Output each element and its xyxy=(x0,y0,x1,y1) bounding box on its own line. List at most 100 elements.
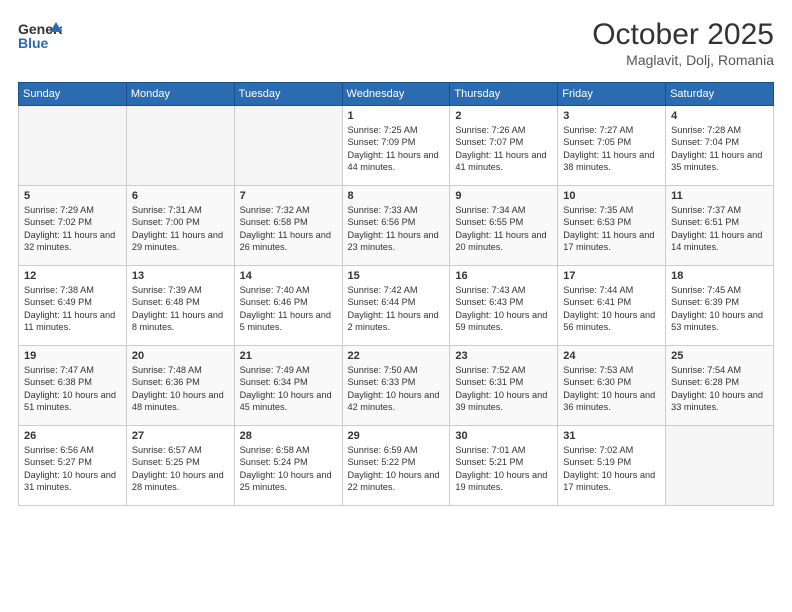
day-number: 4 xyxy=(671,110,768,122)
day-info: Sunrise: 7:33 AMSunset: 6:56 PMDaylight:… xyxy=(348,204,445,254)
day-number: 27 xyxy=(132,430,229,442)
day-number: 11 xyxy=(671,190,768,202)
day-number: 9 xyxy=(455,190,552,202)
day-number: 7 xyxy=(240,190,337,202)
calendar-cell: 1 Sunrise: 7:25 AMSunset: 7:09 PMDaylight… xyxy=(342,106,450,186)
day-number: 3 xyxy=(563,110,660,122)
logo: General Blue xyxy=(18,18,62,54)
day-header-monday: Monday xyxy=(126,83,234,106)
day-number: 12 xyxy=(24,270,121,282)
day-info: Sunrise: 7:40 AMSunset: 6:46 PMDaylight:… xyxy=(240,284,337,334)
day-number: 30 xyxy=(455,430,552,442)
calendar-cell xyxy=(126,106,234,186)
header: General Blue October 2025 Maglavit, Dolj… xyxy=(18,18,774,68)
day-info: Sunrise: 7:37 AMSunset: 6:51 PMDaylight:… xyxy=(671,204,768,254)
calendar-cell: 19Sunrise: 7:47 AMSunset: 6:38 PMDayligh… xyxy=(19,346,127,426)
day-info: Sunrise: 7:49 AMSunset: 6:34 PMDaylight:… xyxy=(240,364,337,414)
day-info: Sunrise: 7:45 AMSunset: 6:39 PMDaylight:… xyxy=(671,284,768,334)
day-number: 23 xyxy=(455,350,552,362)
day-number: 13 xyxy=(132,270,229,282)
day-number: 21 xyxy=(240,350,337,362)
day-info: Sunrise: 6:59 AMSunset: 5:22 PMDaylight:… xyxy=(348,444,445,494)
month-title: October 2025 xyxy=(592,18,774,52)
day-number: 20 xyxy=(132,350,229,362)
day-header-wednesday: Wednesday xyxy=(342,83,450,106)
day-info: Sunrise: 7:28 AMSunset: 7:04 PMDaylight:… xyxy=(671,124,768,174)
calendar-cell: 24Sunrise: 7:53 AMSunset: 6:30 PMDayligh… xyxy=(558,346,666,426)
day-number: 1 xyxy=(348,110,445,122)
title-block: October 2025 Maglavit, Dolj, Romania xyxy=(592,18,774,68)
calendar-cell: 27 Sunrise: 6:57 AMSunset: 5:25 PMDayligh… xyxy=(126,426,234,506)
day-number: 31 xyxy=(563,430,660,442)
calendar-cell: 23Sunrise: 7:52 AMSunset: 6:31 PMDayligh… xyxy=(450,346,558,426)
calendar-cell: 28 Sunrise: 6:58 AMSunset: 5:24 PMDayligh… xyxy=(234,426,342,506)
day-number: 17 xyxy=(563,270,660,282)
day-info: Sunrise: 7:02 AMSunset: 5:19 PMDaylight:… xyxy=(563,444,660,494)
calendar-cell: 5Sunrise: 7:29 AMSunset: 7:02 PMDaylight… xyxy=(19,186,127,266)
day-info: Sunrise: 7:48 AMSunset: 6:36 PMDaylight:… xyxy=(132,364,229,414)
day-number: 6 xyxy=(132,190,229,202)
calendar-cell: 2 Sunrise: 7:26 AMSunset: 7:07 PMDaylight… xyxy=(450,106,558,186)
day-number: 18 xyxy=(671,270,768,282)
day-info: Sunrise: 7:34 AMSunset: 6:55 PMDaylight:… xyxy=(455,204,552,254)
day-info: Sunrise: 7:29 AMSunset: 7:02 PMDaylight:… xyxy=(24,204,121,254)
calendar-cell: 9 Sunrise: 7:34 AMSunset: 6:55 PMDaylight… xyxy=(450,186,558,266)
calendar-cell: 31 Sunrise: 7:02 AMSunset: 5:19 PMDayligh… xyxy=(558,426,666,506)
calendar-cell: 29Sunrise: 6:59 AMSunset: 5:22 PMDayligh… xyxy=(342,426,450,506)
day-info: Sunrise: 7:26 AMSunset: 7:07 PMDaylight:… xyxy=(455,124,552,174)
calendar-cell: 17 Sunrise: 7:44 AMSunset: 6:41 PMDayligh… xyxy=(558,266,666,346)
svg-text:Blue: Blue xyxy=(18,35,49,51)
day-number: 22 xyxy=(348,350,445,362)
calendar-cell: 6 Sunrise: 7:31 AMSunset: 7:00 PMDaylight… xyxy=(126,186,234,266)
calendar-cell xyxy=(666,426,774,506)
calendar-cell: 18 Sunrise: 7:45 AMSunset: 6:39 PMDayligh… xyxy=(666,266,774,346)
day-header-sunday: Sunday xyxy=(19,83,127,106)
calendar-cell: 22 Sunrise: 7:50 AMSunset: 6:33 PMDayligh… xyxy=(342,346,450,426)
day-info: Sunrise: 7:25 AMSunset: 7:09 PMDaylight:… xyxy=(348,124,445,174)
calendar-cell: 11 Sunrise: 7:37 AMSunset: 6:51 PMDayligh… xyxy=(666,186,774,266)
calendar-cell: 26Sunrise: 6:56 AMSunset: 5:27 PMDayligh… xyxy=(19,426,127,506)
day-info: Sunrise: 7:31 AMSunset: 7:00 PMDaylight:… xyxy=(132,204,229,254)
day-number: 15 xyxy=(348,270,445,282)
day-info: Sunrise: 7:38 AMSunset: 6:49 PMDaylight:… xyxy=(24,284,121,334)
day-number: 26 xyxy=(24,430,121,442)
day-info: Sunrise: 6:58 AMSunset: 5:24 PMDaylight:… xyxy=(240,444,337,494)
day-header-saturday: Saturday xyxy=(666,83,774,106)
day-info: Sunrise: 7:53 AMSunset: 6:30 PMDaylight:… xyxy=(563,364,660,414)
calendar-cell: 30 Sunrise: 7:01 AMSunset: 5:21 PMDayligh… xyxy=(450,426,558,506)
calendar-cell: 10 Sunrise: 7:35 AMSunset: 6:53 PMDayligh… xyxy=(558,186,666,266)
calendar-cell: 4 Sunrise: 7:28 AMSunset: 7:04 PMDaylight… xyxy=(666,106,774,186)
day-info: Sunrise: 7:44 AMSunset: 6:41 PMDaylight:… xyxy=(563,284,660,334)
calendar-cell: 7 Sunrise: 7:32 AMSunset: 6:58 PMDaylight… xyxy=(234,186,342,266)
day-info: Sunrise: 6:57 AMSunset: 5:25 PMDaylight:… xyxy=(132,444,229,494)
day-number: 2 xyxy=(455,110,552,122)
location: Maglavit, Dolj, Romania xyxy=(592,52,774,68)
day-number: 8 xyxy=(348,190,445,202)
day-header-friday: Friday xyxy=(558,83,666,106)
week-row-2: 12 Sunrise: 7:38 AMSunset: 6:49 PMDayligh… xyxy=(19,266,774,346)
calendar-cell: 21 Sunrise: 7:49 AMSunset: 6:34 PMDayligh… xyxy=(234,346,342,426)
week-row-4: 26Sunrise: 6:56 AMSunset: 5:27 PMDayligh… xyxy=(19,426,774,506)
day-header-thursday: Thursday xyxy=(450,83,558,106)
calendar: SundayMondayTuesdayWednesdayThursdayFrid… xyxy=(18,82,774,506)
week-row-3: 19Sunrise: 7:47 AMSunset: 6:38 PMDayligh… xyxy=(19,346,774,426)
calendar-cell: 12 Sunrise: 7:38 AMSunset: 6:49 PMDayligh… xyxy=(19,266,127,346)
day-number: 19 xyxy=(24,350,121,362)
calendar-cell: 3Sunrise: 7:27 AMSunset: 7:05 PMDaylight… xyxy=(558,106,666,186)
week-row-1: 5Sunrise: 7:29 AMSunset: 7:02 PMDaylight… xyxy=(19,186,774,266)
day-number: 10 xyxy=(563,190,660,202)
day-info: Sunrise: 7:32 AMSunset: 6:58 PMDaylight:… xyxy=(240,204,337,254)
day-number: 28 xyxy=(240,430,337,442)
week-row-0: 1 Sunrise: 7:25 AMSunset: 7:09 PMDaylight… xyxy=(19,106,774,186)
calendar-cell: 25Sunrise: 7:54 AMSunset: 6:28 PMDayligh… xyxy=(666,346,774,426)
day-info: Sunrise: 7:35 AMSunset: 6:53 PMDaylight:… xyxy=(563,204,660,254)
day-info: Sunrise: 7:01 AMSunset: 5:21 PMDaylight:… xyxy=(455,444,552,494)
calendar-cell: 16Sunrise: 7:43 AMSunset: 6:43 PMDayligh… xyxy=(450,266,558,346)
day-info: Sunrise: 7:50 AMSunset: 6:33 PMDaylight:… xyxy=(348,364,445,414)
calendar-cell: 14 Sunrise: 7:40 AMSunset: 6:46 PMDayligh… xyxy=(234,266,342,346)
page: General Blue October 2025 Maglavit, Dolj… xyxy=(0,0,792,612)
calendar-cell xyxy=(234,106,342,186)
day-info: Sunrise: 7:39 AMSunset: 6:48 PMDaylight:… xyxy=(132,284,229,334)
day-number: 14 xyxy=(240,270,337,282)
calendar-header-row: SundayMondayTuesdayWednesdayThursdayFrid… xyxy=(19,83,774,106)
